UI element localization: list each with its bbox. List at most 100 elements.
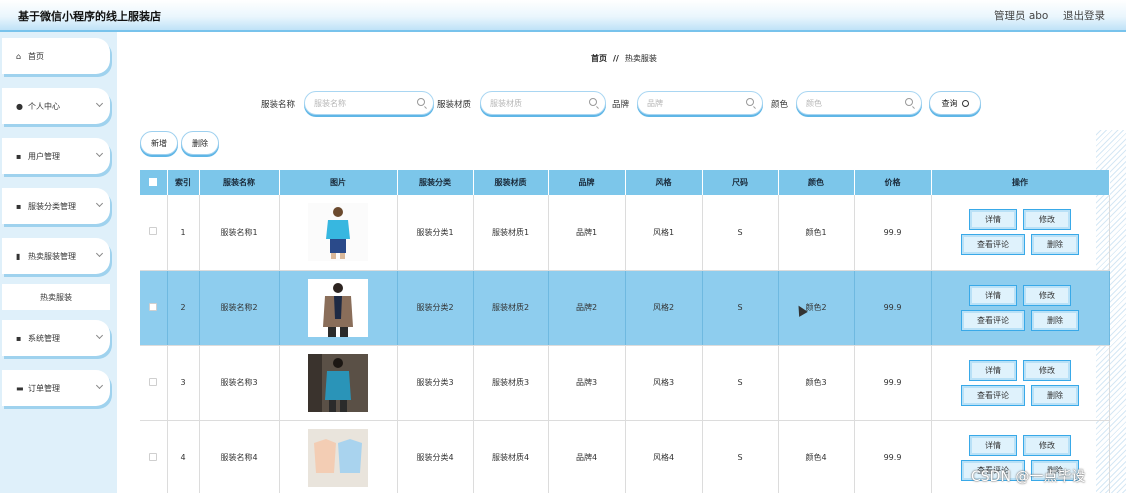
edit-button[interactable]: 修改 xyxy=(1023,434,1071,456)
sidebar-item-orders[interactable]: ▬ 订单管理 xyxy=(2,370,110,406)
cell-category: 服装分类1 xyxy=(397,195,474,271)
header-cell: 操作 xyxy=(931,170,1110,195)
grid-icon: ▪ xyxy=(16,333,22,343)
search-icon xyxy=(905,98,913,106)
sidebar-item-label: 系统管理 xyxy=(28,333,60,343)
row-checkbox[interactable] xyxy=(149,302,158,311)
sidebar-item-system[interactable]: ▪ 系统管理 xyxy=(2,320,110,356)
brand-placeholder: 品牌 xyxy=(647,98,663,108)
query-button[interactable]: 查询 xyxy=(929,91,981,115)
query-label: 查询 xyxy=(941,98,958,108)
row-checkbox[interactable] xyxy=(149,227,158,236)
cell-size: S xyxy=(702,270,779,346)
sidebar-item-profile[interactable]: ● 个人中心 xyxy=(2,88,110,124)
sidebar-item-users[interactable]: ▪ 用户管理 xyxy=(2,138,110,174)
delete-button[interactable]: 删除 xyxy=(1031,234,1079,256)
edit-button[interactable]: 修改 xyxy=(1023,209,1071,231)
name-search-input[interactable]: 服装名称 xyxy=(304,91,434,115)
cell-actions: 详情 修改 查看评论 删除 xyxy=(931,345,1110,421)
chevron-down-icon xyxy=(95,249,104,258)
header-cell: 风格 xyxy=(625,170,703,195)
breadcrumb-home[interactable]: 首页 xyxy=(591,54,607,63)
cell-material: 服装材质4 xyxy=(473,420,549,493)
cell-color: 颜色2 xyxy=(778,270,855,346)
sidebar-item-label: 用户管理 xyxy=(28,151,60,161)
app-title: 基于微信小程序的线上服装店 xyxy=(18,10,161,23)
sidebar-item-hot-manage[interactable]: ▮ 热卖服装管理 xyxy=(2,238,110,274)
edit-label: 修改 xyxy=(1026,212,1068,228)
breadcrumb-separator: // xyxy=(613,54,619,63)
batch-delete-button[interactable]: 删除 xyxy=(181,131,219,155)
sidebar-subitem-hot[interactable]: 热卖服装 xyxy=(2,284,110,310)
edit-label: 修改 xyxy=(1026,362,1068,378)
delete-button[interactable]: 删除 xyxy=(1031,309,1079,331)
chart-icon: ▮ xyxy=(16,251,21,261)
cell-material: 服装材质3 xyxy=(473,345,549,421)
add-label: 新增 xyxy=(151,138,167,148)
cell-price: 99.9 xyxy=(854,270,932,346)
search-icon xyxy=(961,99,969,107)
cell-brand: 品牌4 xyxy=(548,420,626,493)
header-cell: 价格 xyxy=(854,170,932,195)
cell-price: 99.9 xyxy=(854,195,932,271)
chevron-down-icon xyxy=(95,381,104,390)
header-select-all[interactable] xyxy=(140,170,168,195)
search-icon xyxy=(589,98,597,106)
cell-color: 颜色1 xyxy=(778,195,855,271)
table-header-row: 索引 服装名称 图片 服装分类 服装材质 品牌 风格 尺码 颜色 价格 操作 xyxy=(140,170,1110,195)
search-icon xyxy=(417,98,425,106)
sidebar-item-label: 服装分类管理 xyxy=(28,201,76,211)
detail-button[interactable]: 详情 xyxy=(969,359,1017,381)
header-cell: 品牌 xyxy=(548,170,626,195)
cell-index: 2 xyxy=(167,270,200,346)
delete-button[interactable]: 删除 xyxy=(1031,384,1079,406)
cell-name: 服装名称3 xyxy=(199,345,280,421)
edit-button[interactable]: 修改 xyxy=(1023,359,1071,381)
cell-style: 风格4 xyxy=(625,420,703,493)
search-icon xyxy=(746,98,754,106)
material-label: 服装材质 xyxy=(437,100,472,110)
cell-name: 服装名称4 xyxy=(199,420,280,493)
product-image xyxy=(308,278,368,337)
breadcrumb: 首页 // 热卖服装 xyxy=(591,53,657,64)
material-search-input[interactable]: 服装材质 xyxy=(480,91,606,115)
view-review-button[interactable]: 查看评论 xyxy=(961,234,1025,256)
row-checkbox[interactable] xyxy=(149,452,158,461)
cell-material: 服装材质1 xyxy=(473,195,549,271)
cell-size: S xyxy=(702,345,779,421)
sidebar-item-category[interactable]: ▪ 服装分类管理 xyxy=(2,188,110,224)
add-button[interactable]: 新增 xyxy=(140,131,178,155)
detail-button[interactable]: 详情 xyxy=(969,209,1017,231)
breadcrumb-current: 热卖服装 xyxy=(624,54,657,63)
row-checkbox[interactable] xyxy=(149,377,158,386)
select-all-checkbox[interactable] xyxy=(149,177,158,186)
review-label: 查看评论 xyxy=(964,237,1022,253)
detail-label: 详情 xyxy=(972,362,1014,378)
color-placeholder: 颜色 xyxy=(806,98,822,108)
color-search-input[interactable]: 颜色 xyxy=(796,91,922,115)
sidebar: ⌂ 首页 ● 个人中心 ▪ 用户管理 ▪ 服装分类管理 ▮ 热卖服装管理 热卖服… xyxy=(0,32,117,493)
top-bar: 基于微信小程序的线上服装店 管理员 abo 退出登录 xyxy=(0,0,1126,32)
edit-button[interactable]: 修改 xyxy=(1023,284,1071,306)
detail-label: 详情 xyxy=(972,212,1014,228)
cell-category: 服装分类3 xyxy=(397,345,474,421)
chevron-down-icon xyxy=(95,149,104,158)
sidebar-item-label: 首页 xyxy=(28,51,44,61)
cell-name: 服装名称2 xyxy=(199,270,280,346)
view-review-button[interactable]: 查看评论 xyxy=(961,384,1025,406)
cell-index: 1 xyxy=(167,195,200,271)
data-table: 索引 服装名称 图片 服装分类 服装材质 品牌 风格 尺码 颜色 价格 操作 1… xyxy=(140,170,1110,493)
detail-button[interactable]: 详情 xyxy=(969,284,1017,306)
logout-link[interactable]: 退出登录 xyxy=(1063,8,1105,23)
cell-size: S xyxy=(702,420,779,493)
brand-search-input[interactable]: 品牌 xyxy=(637,91,763,115)
sidebar-item-home[interactable]: ⌂ 首页 xyxy=(2,38,110,74)
edit-label: 修改 xyxy=(1026,437,1068,453)
view-review-button[interactable]: 查看评论 xyxy=(961,309,1025,331)
detail-button[interactable]: 详情 xyxy=(969,434,1017,456)
order-icon: ▬ xyxy=(16,383,24,393)
cell-style: 风格3 xyxy=(625,345,703,421)
cell-size: S xyxy=(702,195,779,271)
header-cell: 尺码 xyxy=(702,170,779,195)
chevron-down-icon xyxy=(95,199,104,208)
